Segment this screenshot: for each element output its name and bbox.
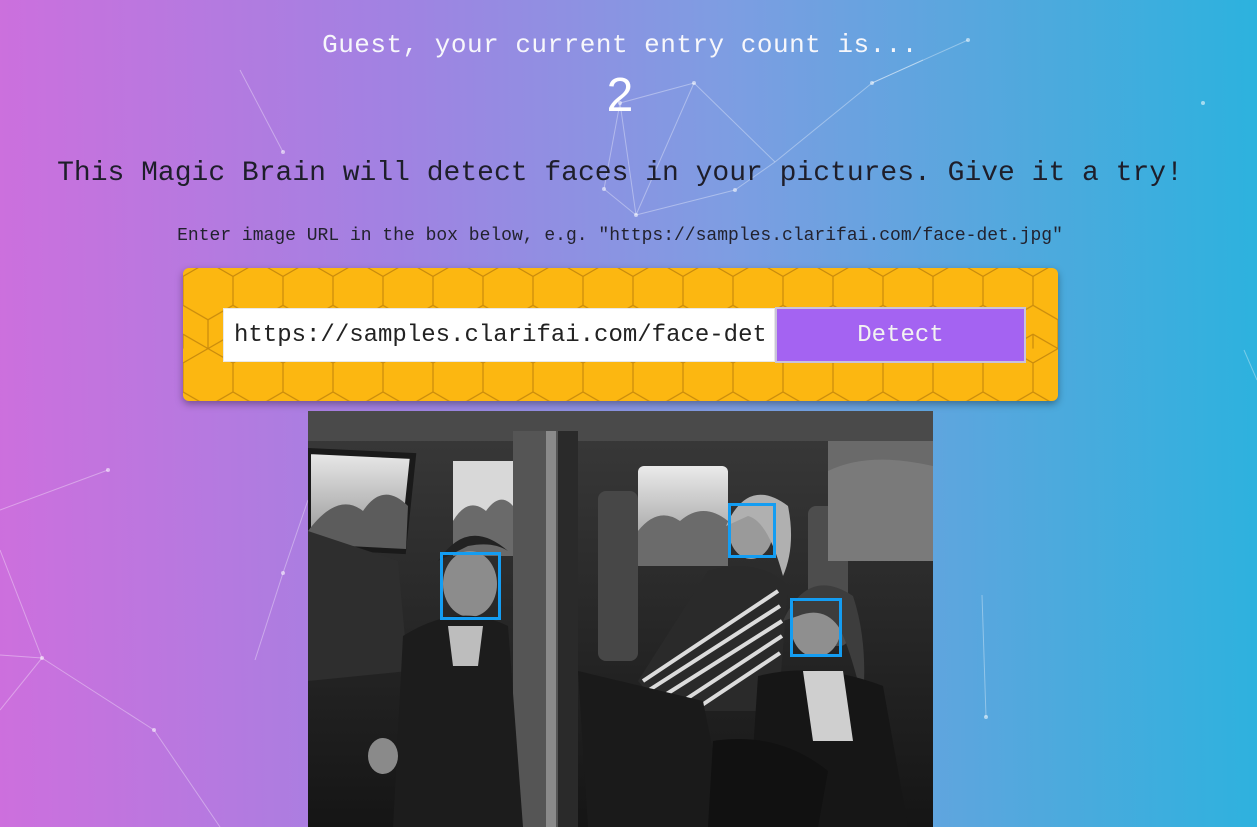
entry-count-message: Guest, your current entry count is... (322, 30, 918, 60)
image-link-form: Detect (183, 268, 1058, 401)
url-instruction: Enter image URL in the box below, e.g. "… (177, 226, 1063, 246)
detect-button[interactable]: Detect (775, 307, 1026, 363)
face-bounding-box (790, 598, 842, 657)
face-bounding-box (728, 503, 776, 558)
entry-count-value: 2 (606, 69, 634, 122)
face-bounding-box (440, 552, 501, 620)
intro-description: This Magic Brain will detect faces in yo… (57, 158, 1183, 189)
face-detection-image-container (308, 411, 933, 827)
image-url-input[interactable] (223, 308, 775, 362)
